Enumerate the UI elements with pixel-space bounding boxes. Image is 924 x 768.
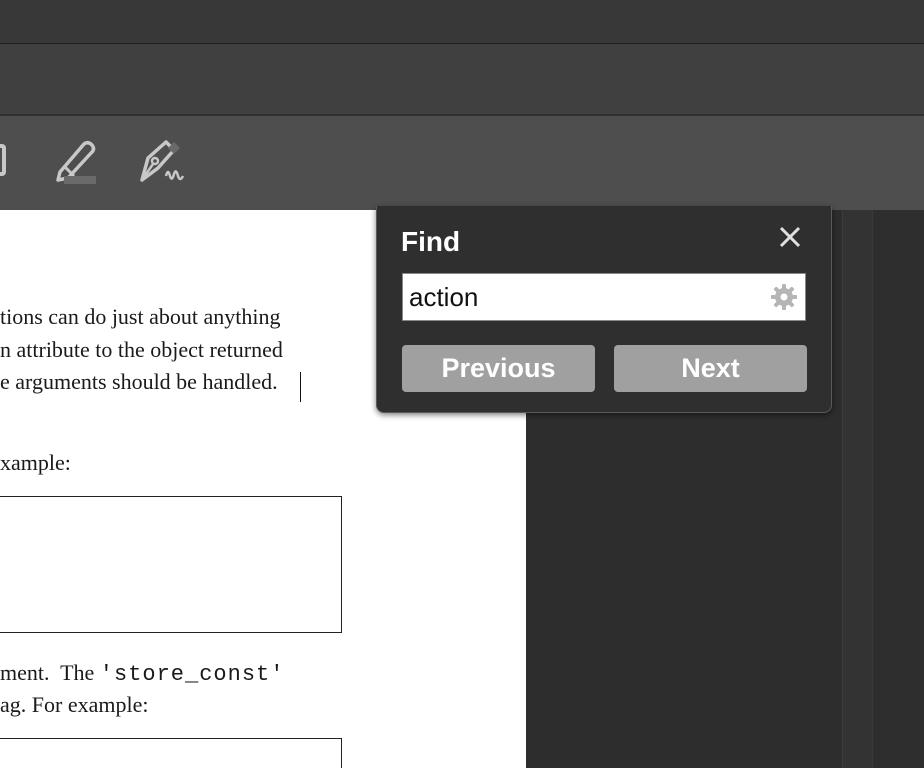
partial-tool-icon[interactable] [0, 136, 22, 188]
document-text-line: ag. For example: [0, 692, 149, 717]
find-title: Find [401, 226, 461, 257]
window-title-bar [0, 0, 924, 44]
close-icon[interactable] [777, 224, 803, 250]
scroll-track[interactable] [842, 210, 873, 768]
text-cursor [300, 372, 301, 402]
code-block [0, 738, 342, 768]
document-text-span: ment. The [0, 660, 100, 685]
tab-bar [0, 44, 924, 116]
document-text-line: tions can do just about anything [0, 304, 281, 329]
previous-button[interactable]: Previous [402, 345, 595, 392]
document-text-line: xample: [0, 450, 71, 475]
gear-icon[interactable] [769, 282, 799, 312]
search-field[interactable] [402, 273, 806, 321]
code-literal: 'store_const' [99, 662, 285, 687]
document-text-line: ment. The 'store_const' [0, 660, 284, 687]
side-panel [872, 210, 924, 768]
code-block [0, 496, 342, 633]
document-text-line: n attribute to the object returned [0, 337, 283, 362]
document-text-line: e arguments should be handled. [0, 369, 278, 394]
next-button[interactable]: Next [614, 345, 807, 392]
find-panel: Find Pr [376, 206, 832, 413]
highlighter-icon[interactable] [48, 136, 100, 188]
signature-pen-icon[interactable] [136, 136, 188, 188]
search-input[interactable] [409, 280, 759, 314]
